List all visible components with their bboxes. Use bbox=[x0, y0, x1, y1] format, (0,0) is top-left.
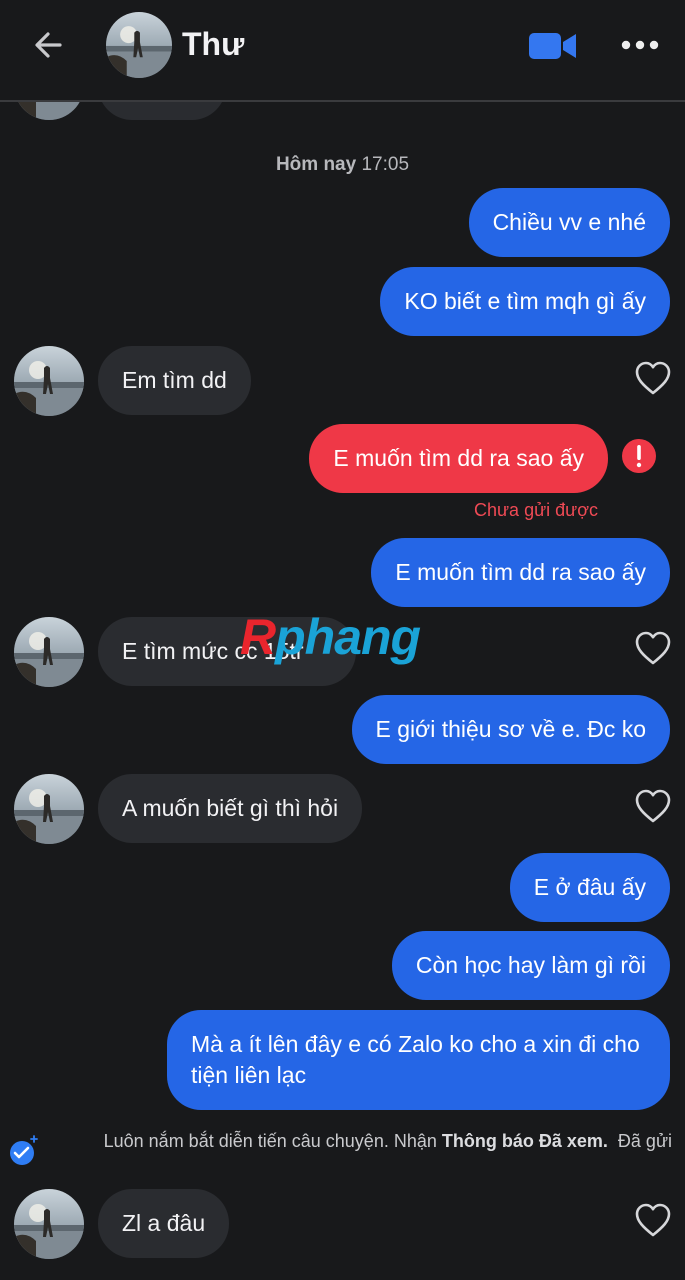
read-receipt-notice[interactable]: Luôn nắm bắt diễn tiến câu chuyện. Nhận … bbox=[60, 1128, 672, 1154]
seen-check-icon[interactable] bbox=[8, 1134, 40, 1166]
more-icon[interactable] bbox=[620, 38, 660, 52]
message-bubble-incoming[interactable]: Zl a đâu bbox=[98, 1189, 230, 1258]
avatar[interactable] bbox=[14, 1189, 84, 1259]
message-bubble-outgoing[interactable]: Chiều vv e nhé bbox=[468, 188, 670, 257]
avatar-image bbox=[14, 346, 84, 416]
message-bubble-incoming[interactable]: Em tìm dd bbox=[98, 346, 251, 415]
date-label: Hôm nay bbox=[275, 154, 357, 175]
notice-text: Luôn nắm bắt diễn tiến câu chuyện. Nhận bbox=[103, 1131, 442, 1151]
message-bubble-outgoing[interactable]: KO biết e tìm mqh gì ấy bbox=[380, 267, 670, 336]
message-bubble-outgoing[interactable]: E ở đâu ấy bbox=[509, 853, 670, 922]
contact-name[interactable]: Thư bbox=[182, 26, 244, 63]
message-bubble-outgoing[interactable]: E giới thiệu sơ về e. Đc ko bbox=[351, 695, 670, 764]
heart-icon[interactable] bbox=[634, 360, 672, 396]
message-bubble-outgoing[interactable]: E muốn tìm dd ra sao ấy bbox=[371, 538, 670, 607]
avatar-image bbox=[14, 617, 84, 687]
time-label: 17:05 bbox=[361, 154, 410, 175]
message-bubble-incoming[interactable]: A muốn biết gì thì hỏi bbox=[98, 774, 363, 843]
message-bubble-failed[interactable]: E muốn tìm dd ra sao ấy bbox=[309, 424, 608, 493]
message-text: KO biết e tìm mqh gì ấy bbox=[404, 288, 646, 314]
notice-link[interactable]: Thông báo Đã xem. bbox=[442, 1131, 608, 1151]
watermark-logo: Rphang bbox=[240, 608, 421, 666]
message-text: Zl a đâu bbox=[122, 1210, 206, 1236]
message-text: Em tìm dd bbox=[122, 367, 227, 393]
watermark-part2: phang bbox=[275, 609, 421, 665]
heart-icon[interactable] bbox=[634, 630, 672, 666]
failed-status-label: Chưa gửi được bbox=[474, 500, 598, 520]
message-text: Còn học hay làm gì rồi bbox=[415, 952, 646, 978]
avatar-image bbox=[106, 12, 172, 78]
avatar-image bbox=[14, 1189, 84, 1259]
message-text: E ở đâu ấy bbox=[533, 874, 646, 900]
message-text: Chiều vv e nhé bbox=[492, 209, 646, 235]
message-text: E muốn tìm dd ra sao ấy bbox=[333, 445, 584, 471]
contact-avatar[interactable] bbox=[106, 12, 172, 78]
message-text: E muốn tìm dd ra sao ấy bbox=[395, 559, 646, 585]
sent-status: Đã gửi bbox=[617, 1131, 672, 1151]
back-arrow-icon[interactable] bbox=[30, 26, 68, 64]
message-text: E giới thiệu sơ về e. Đc ko bbox=[375, 716, 647, 742]
avatar[interactable] bbox=[14, 774, 84, 844]
message-text: Mà a ít lên đây e có Zalo ko cho a xin đ… bbox=[191, 1031, 640, 1088]
error-icon[interactable] bbox=[621, 438, 657, 474]
chat-header: Thư bbox=[0, 0, 685, 102]
date-separator: Hôm nay 17:05 bbox=[0, 154, 685, 176]
avatar[interactable] bbox=[14, 346, 84, 416]
heart-icon[interactable] bbox=[634, 1202, 672, 1238]
message-bubble-outgoing[interactable]: Mà a ít lên đây e có Zalo ko cho a xin đ… bbox=[167, 1010, 670, 1110]
avatar-image bbox=[14, 774, 84, 844]
avatar[interactable] bbox=[14, 617, 84, 687]
message-bubble-outgoing[interactable]: Còn học hay làm gì rồi bbox=[391, 931, 670, 1000]
watermark-part1: R bbox=[240, 609, 276, 665]
message-text: A muốn biết gì thì hỏi bbox=[122, 795, 339, 821]
video-call-icon[interactable] bbox=[528, 30, 578, 62]
heart-icon[interactable] bbox=[634, 788, 672, 824]
